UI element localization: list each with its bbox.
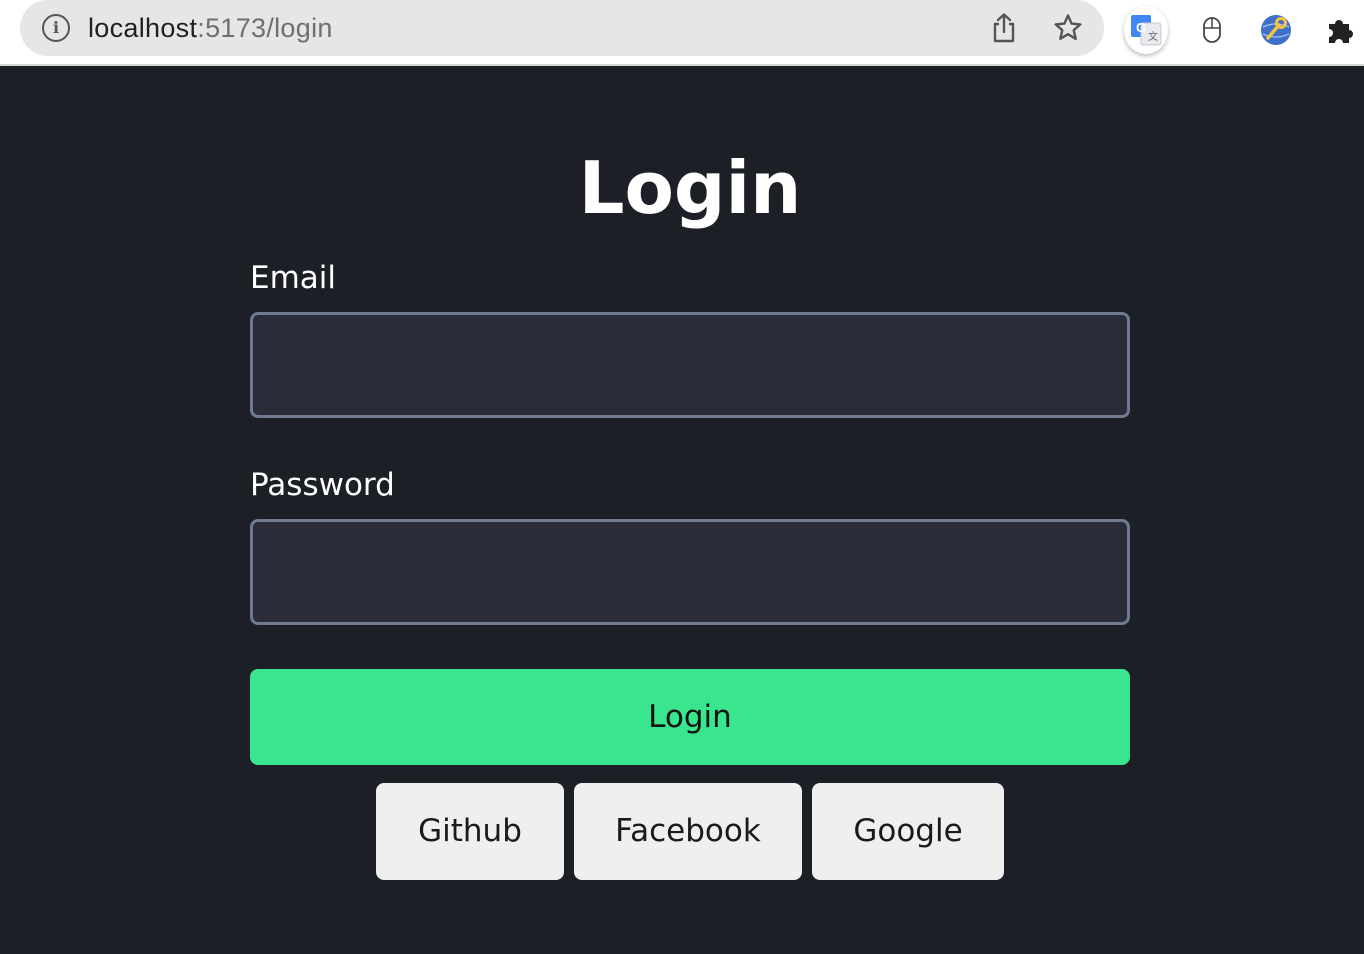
facebook-login-button[interactable]: Facebook [574,783,802,880]
email-field[interactable] [250,312,1130,418]
browser-toolbar: i localhost:5173/login G 文 [0,0,1364,66]
email-label: Email [250,260,337,296]
mouse-icon[interactable] [1190,8,1234,52]
password-label: Password [250,467,395,503]
globe-key-icon[interactable] [1254,8,1298,52]
github-login-button[interactable]: Github [376,783,564,880]
password-field[interactable] [250,519,1130,625]
url-host: localhost [88,13,198,43]
login-page: Login Email Password Login Github Facebo… [0,66,1364,954]
url-path: :5173/login [197,13,333,43]
info-icon[interactable]: i [42,14,70,42]
address-bar[interactable]: i localhost:5173/login [20,0,1104,56]
svg-text:文: 文 [1148,30,1158,43]
puzzle-icon[interactable] [1318,8,1362,52]
login-button[interactable]: Login [250,669,1130,765]
star-icon[interactable] [1052,12,1084,44]
page-title: Login [578,146,802,230]
svg-text:G: G [1136,20,1146,35]
share-icon[interactable] [988,12,1020,44]
google-translate-icon[interactable]: G 文 [1124,6,1168,54]
url-text[interactable]: localhost:5173/login [88,10,333,46]
google-login-button[interactable]: Google [812,783,1004,880]
